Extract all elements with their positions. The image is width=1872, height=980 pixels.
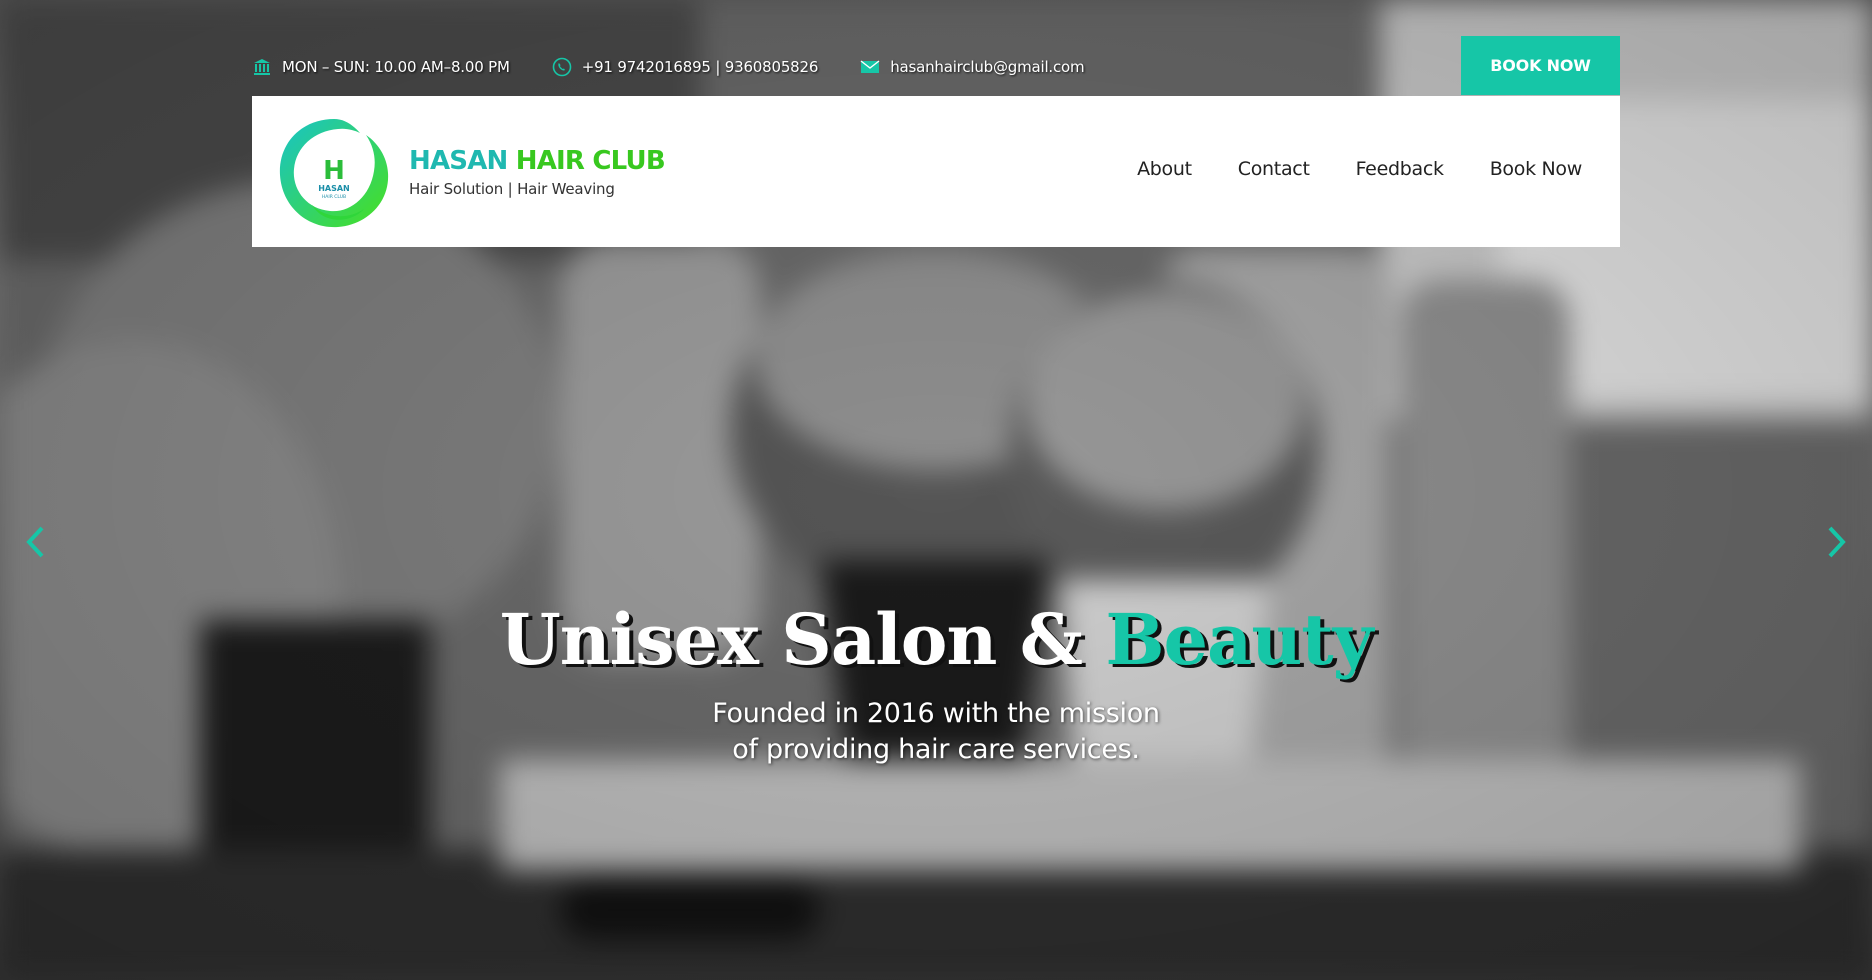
nav-feedback[interactable]: Feedback xyxy=(1356,158,1444,180)
brand-name: HASAN HAIR CLUB xyxy=(409,146,666,176)
hasan-hair-club-logo[interactable]: H HASAN HAIR CLUB xyxy=(272,113,396,235)
phone-numbers[interactable]: +91 9742016895 | 9360805826 xyxy=(552,57,818,77)
hero-headline: Unisex Salon & Beauty xyxy=(0,598,1872,681)
nav-book-now[interactable]: Book Now xyxy=(1490,158,1583,180)
hero-subtext-line2: of providing hair care services. xyxy=(732,734,1140,765)
mail-icon xyxy=(860,57,880,77)
site-header: H HASAN HAIR CLUB HASAN HAIR CLUB Hair S… xyxy=(252,96,1620,247)
logo-letter: H xyxy=(323,156,345,186)
phone-numbers-text: +91 9742016895 | 9360805826 xyxy=(581,58,819,76)
brand-tagline: Hair Solution | Hair Weaving xyxy=(409,180,615,198)
logo-text: HASAN xyxy=(318,184,350,193)
chevron-left-icon xyxy=(26,526,44,558)
phone-icon xyxy=(552,57,572,77)
brand[interactable]: HASAN HAIR CLUB Hair Solution | Hair Wea… xyxy=(409,146,666,198)
slider-next-button[interactable] xyxy=(1818,520,1854,564)
logo-subtext: HAIR CLUB xyxy=(322,194,346,200)
nav-contact[interactable]: Contact xyxy=(1238,158,1310,180)
slider-prev-button[interactable] xyxy=(18,520,54,564)
hero-headline-accent: Beauty xyxy=(1105,598,1373,681)
email-address[interactable]: hasanhairclub@gmail.com xyxy=(860,57,1085,77)
bank-icon xyxy=(252,57,272,77)
nav-about[interactable]: About xyxy=(1137,158,1192,180)
main-nav: About Contact Feedback Book Now xyxy=(1091,158,1582,180)
hero-subtext-line1: Founded in 2016 with the mission xyxy=(712,698,1160,729)
hero-subtext: Founded in 2016 with the mission of prov… xyxy=(0,696,1872,768)
brand-name-part1: HASAN xyxy=(409,146,508,176)
book-now-button[interactable]: BOOK NOW xyxy=(1461,36,1620,95)
chevron-right-icon xyxy=(1828,526,1846,558)
opening-hours: MON – SUN: 10.00 AM–8.00 PM xyxy=(252,57,510,77)
brand-name-part2: HAIR CLUB xyxy=(515,146,666,176)
hero-headline-main: Unisex Salon & xyxy=(499,598,1106,681)
email-text: hasanhairclub@gmail.com xyxy=(890,58,1085,76)
top-info-bar: MON – SUN: 10.00 AM–8.00 PM +91 97420168… xyxy=(252,52,1126,82)
opening-hours-text: MON – SUN: 10.00 AM–8.00 PM xyxy=(282,58,510,76)
